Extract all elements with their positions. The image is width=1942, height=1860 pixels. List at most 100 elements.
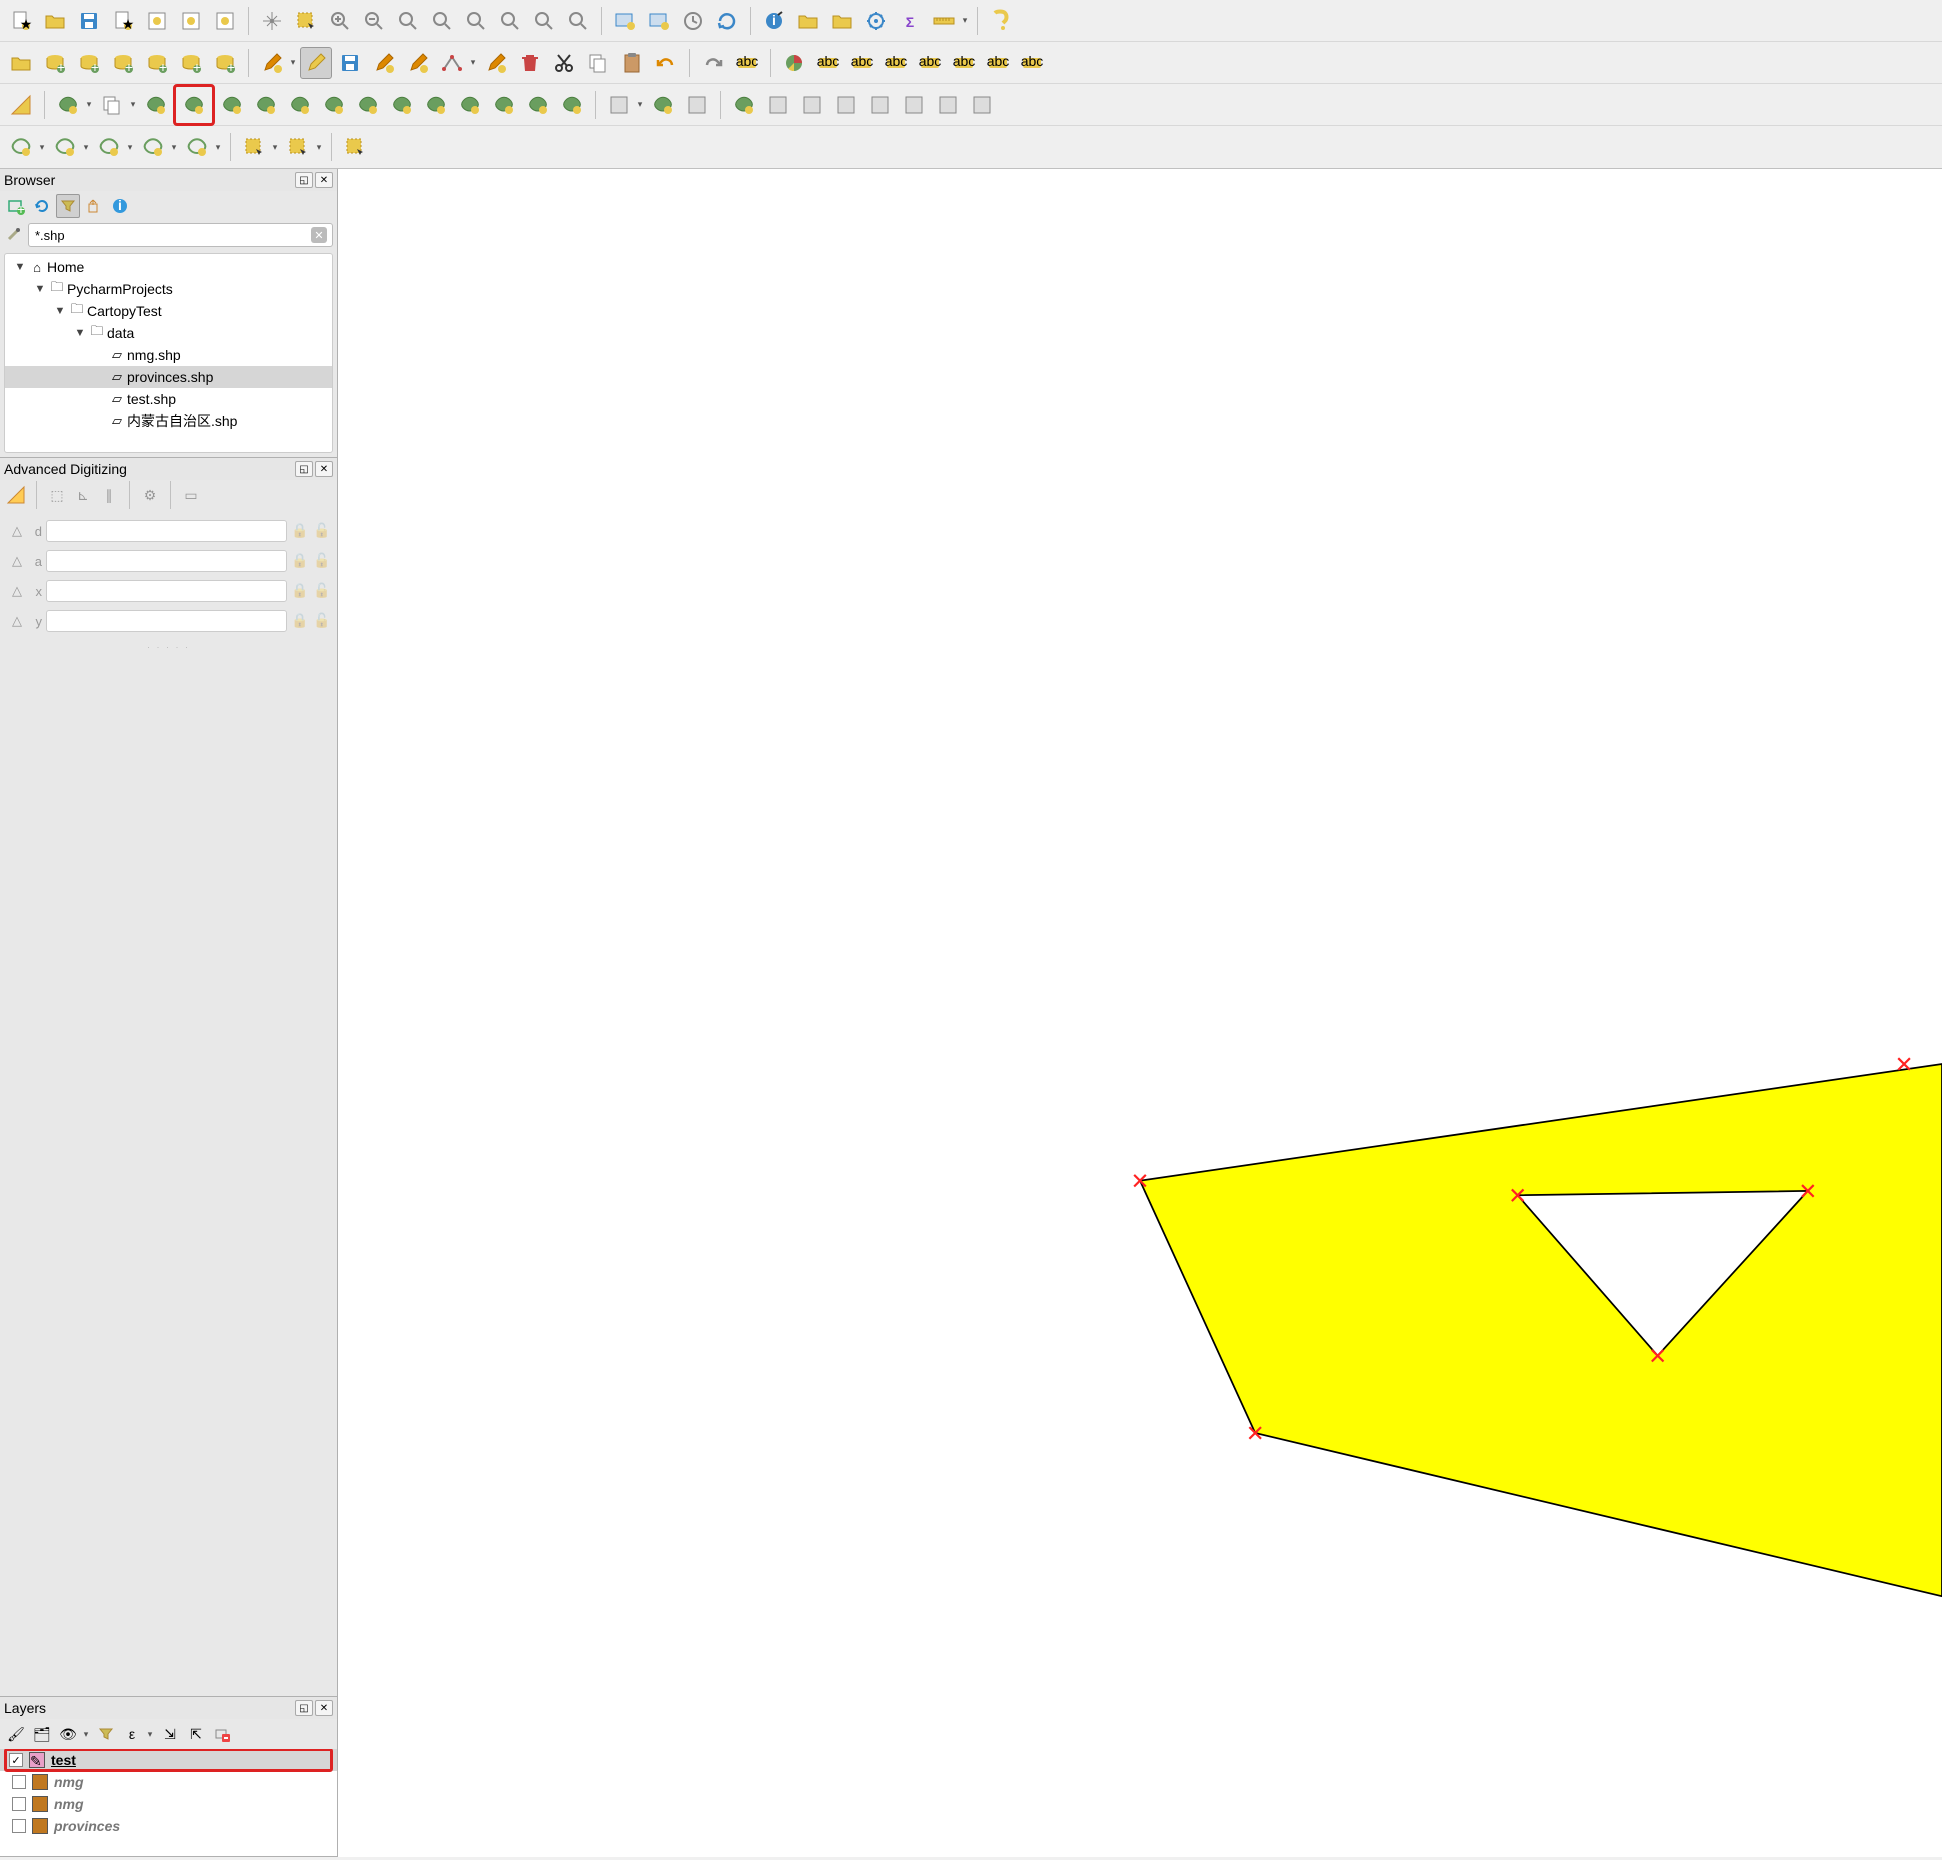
- move-feature-button[interactable]: [52, 89, 84, 121]
- layer-labeling-button[interactable]: abc: [812, 47, 844, 79]
- undo-button[interactable]: [650, 47, 682, 79]
- mesh-a-button[interactable]: [830, 89, 862, 121]
- layer-row[interactable]: ✓ ✎ test: [0, 1749, 337, 1771]
- delete-ring-button[interactable]: [318, 89, 350, 121]
- zoom-selection-button[interactable]: [426, 5, 458, 37]
- help-button[interactable]: [985, 5, 1017, 37]
- tree-item[interactable]: ▱ provinces.shp: [5, 366, 332, 388]
- label-pin-button[interactable]: abc: [880, 47, 912, 79]
- diagram-button[interactable]: [778, 47, 810, 79]
- filter-legend-icon[interactable]: [94, 1722, 118, 1746]
- reshape-button[interactable]: [386, 89, 418, 121]
- new-geopackage-button[interactable]: +: [39, 47, 71, 79]
- mesh-d-button[interactable]: [932, 89, 964, 121]
- panel-close-icon[interactable]: ✕: [315, 1700, 333, 1716]
- modify-attributes-button[interactable]: [480, 47, 512, 79]
- layout-manager-button[interactable]: [141, 5, 173, 37]
- rotate-feature-button[interactable]: [140, 89, 172, 121]
- zoom-layer-button[interactable]: [460, 5, 492, 37]
- panel-float-icon[interactable]: ◱: [295, 461, 313, 477]
- offset-curve-button[interactable]: [420, 89, 452, 121]
- open-attribute-table-button[interactable]: [792, 5, 824, 37]
- panel-close-icon[interactable]: ✕: [315, 461, 333, 477]
- new-shapefile-button[interactable]: +: [73, 47, 105, 79]
- mesh-c-button[interactable]: [898, 89, 930, 121]
- dropdown-caret-icon[interactable]: ▾: [83, 89, 95, 121]
- deselect-all-button[interactable]: [339, 131, 371, 163]
- ad-input-a[interactable]: [46, 550, 287, 572]
- trim-extend-button[interactable]: [681, 89, 713, 121]
- dropdown-caret-icon[interactable]: ▾: [124, 131, 136, 163]
- layer-visibility-checkbox[interactable]: [12, 1819, 26, 1833]
- measure-button[interactable]: [928, 5, 960, 37]
- toggle-editing-button[interactable]: [300, 47, 332, 79]
- digitize-shape-button[interactable]: [402, 47, 434, 79]
- add-layer-icon[interactable]: +: [4, 194, 28, 218]
- zoom-last-button[interactable]: [528, 5, 560, 37]
- dropdown-caret-icon[interactable]: ▾: [80, 1718, 92, 1750]
- layer-row[interactable]: nmg: [0, 1793, 337, 1815]
- add-regular-polygon-button[interactable]: [181, 131, 213, 163]
- refresh-button[interactable]: [711, 5, 743, 37]
- browser-tree[interactable]: ▼ ⌂ Home ▼ 🗀 PycharmProjects ▼ 🗀 Cartopy…: [4, 253, 333, 453]
- dropdown-caret-icon[interactable]: ▾: [959, 5, 971, 37]
- new-gpx-button[interactable]: +: [209, 47, 241, 79]
- pan-to-selection-button[interactable]: [290, 5, 322, 37]
- mesh-b-button[interactable]: [864, 89, 896, 121]
- layers-list[interactable]: ✓ ✎ test nmg nmg provinces: [0, 1749, 337, 1856]
- collapse-all-icon[interactable]: [82, 194, 106, 218]
- layer-row[interactable]: provinces: [0, 1815, 337, 1837]
- paste-button[interactable]: [616, 47, 648, 79]
- offset-point-button[interactable]: [647, 89, 679, 121]
- statistical-summary-button[interactable]: Σ: [894, 5, 926, 37]
- single-label-button[interactable]: abc: [731, 47, 763, 79]
- clear-filter-icon[interactable]: ✕: [311, 227, 327, 243]
- open-project-button[interactable]: [39, 5, 71, 37]
- zoom-native-button[interactable]: [494, 5, 526, 37]
- processing-toolbox-button[interactable]: [860, 5, 892, 37]
- zoom-full-button[interactable]: [392, 5, 424, 37]
- dropdown-caret-icon[interactable]: ▾: [269, 131, 281, 163]
- new-map-view-button[interactable]: [609, 5, 641, 37]
- remove-layer-icon[interactable]: [210, 1722, 234, 1746]
- dropdown-caret-icon[interactable]: ▾: [313, 131, 325, 163]
- tree-item[interactable]: ▱ nmg.shp: [5, 344, 332, 366]
- save-project-button[interactable]: [73, 5, 105, 37]
- labeling-tbx-button[interactable]: abc: [846, 47, 878, 79]
- text-annotation-button[interactable]: [209, 5, 241, 37]
- topology-checker-button[interactable]: [796, 89, 828, 121]
- vertex-tool-button[interactable]: [436, 47, 468, 79]
- select-value-button[interactable]: [282, 131, 314, 163]
- new-virtual-button[interactable]: +: [141, 47, 173, 79]
- properties-icon[interactable]: i: [108, 194, 132, 218]
- delete-selected-button[interactable]: [514, 47, 546, 79]
- new-project-button[interactable]: ★: [5, 5, 37, 37]
- dropdown-caret-icon[interactable]: ▾: [144, 1718, 156, 1750]
- dropdown-caret-icon[interactable]: ▾: [287, 47, 299, 79]
- new-spatialite-button[interactable]: +: [107, 47, 139, 79]
- mesh-e-button[interactable]: [966, 89, 998, 121]
- layer-visibility-checkbox[interactable]: [12, 1775, 26, 1789]
- redo-button[interactable]: [697, 47, 729, 79]
- layer-row[interactable]: nmg: [0, 1771, 337, 1793]
- dropdown-caret-icon[interactable]: ▾: [634, 89, 646, 121]
- style-manager-button[interactable]: [175, 5, 207, 37]
- layer-visibility-checkbox[interactable]: ✓: [9, 1753, 23, 1767]
- collapse-all-icon[interactable]: ⇱: [184, 1722, 208, 1746]
- filter-expression-icon[interactable]: ε: [120, 1722, 144, 1746]
- temporal-button[interactable]: [677, 5, 709, 37]
- expand-all-icon[interactable]: ⇲: [158, 1722, 182, 1746]
- tree-item[interactable]: ▼ 🗀 PycharmProjects: [5, 278, 332, 300]
- open-field-calc-button[interactable]: [826, 5, 858, 37]
- delete-part-button[interactable]: [352, 89, 384, 121]
- refresh-icon[interactable]: [30, 194, 54, 218]
- tree-item[interactable]: ▼ 🗀 CartopyTest: [5, 300, 332, 322]
- tree-item[interactable]: ▼ ⌂ Home: [5, 256, 332, 278]
- merge-attrs-button[interactable]: [556, 89, 588, 121]
- ad-input-y[interactable]: [46, 610, 287, 632]
- browser-filter-input[interactable]: [28, 223, 333, 247]
- pan-button[interactable]: [256, 5, 288, 37]
- layer-style-icon[interactable]: 🖌: [4, 1722, 28, 1746]
- save-layer-edits-button[interactable]: [334, 47, 366, 79]
- new-3d-view-button[interactable]: [643, 5, 675, 37]
